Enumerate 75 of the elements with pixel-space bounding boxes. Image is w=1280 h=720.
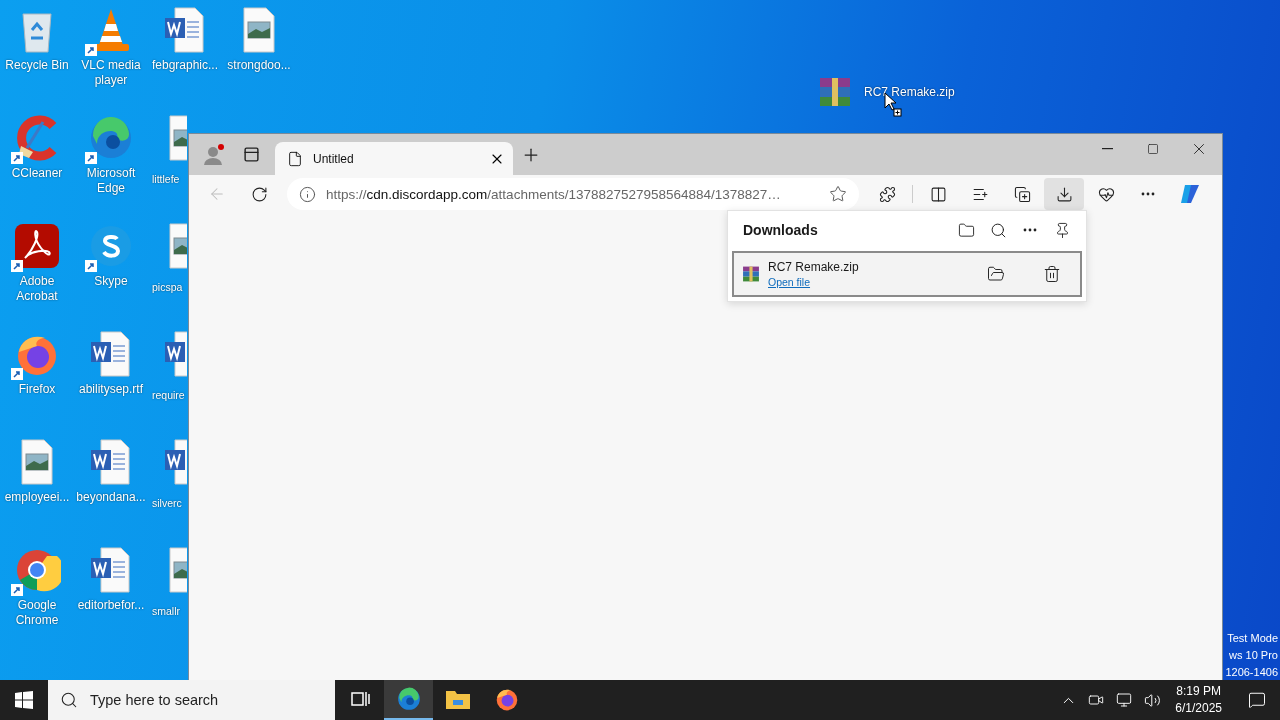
search-placeholder: Type here to search — [90, 692, 219, 708]
shortcut-arrow-icon — [85, 260, 97, 272]
shortcut-arrow-icon — [11, 584, 23, 596]
split-screen-icon — [929, 185, 947, 203]
desktop-icon-label[interactable]: picspa — [152, 281, 183, 293]
download-item[interactable]: RC7 Remake.zip Open file — [732, 251, 1082, 297]
address-field[interactable]: https://cdn.discordapp.com/attachments/1378827527958564884/1378827… — [287, 178, 859, 210]
page-icon — [287, 150, 303, 167]
speech-bubble-icon — [1248, 691, 1266, 709]
tab-title: Untitled — [313, 151, 355, 166]
shortcut-arrow-icon — [11, 152, 23, 164]
desktop-icon-label[interactable]: Adobe Acrobat — [1, 274, 73, 304]
acrobat-icon — [13, 222, 61, 270]
archive-icon — [742, 265, 760, 283]
desktop-icon-label[interactable]: Skype — [75, 274, 147, 289]
archive-icon — [818, 76, 852, 108]
desktop-icon-label[interactable]: Microsoft Edge — [75, 166, 147, 196]
video-camera-icon — [1088, 692, 1105, 708]
download-icon — [1055, 185, 1073, 203]
downloads-button[interactable] — [1044, 178, 1084, 210]
task-view-icon — [349, 690, 370, 708]
desktop-icon-label[interactable]: strongdoo... — [223, 58, 295, 73]
open-file-link[interactable]: Open file — [768, 276, 811, 288]
shortcut-arrow-icon — [11, 260, 23, 272]
windows-logo-icon — [15, 691, 33, 709]
favorite-star-icon[interactable] — [829, 185, 847, 203]
tab-actions-icon — [242, 146, 260, 163]
search-icon — [989, 221, 1007, 239]
shortcut-arrow-icon — [85, 44, 97, 56]
desktop-icon-label[interactable]: febgraphic... — [149, 58, 221, 73]
copilot-icon — [1178, 182, 1202, 206]
monitor-icon — [1116, 692, 1133, 708]
desktop-icon-label[interactable]: smallr — [152, 605, 180, 617]
folder-icon — [957, 221, 975, 239]
desktop-icon-label[interactable]: beyondana... — [75, 490, 147, 505]
desktop-icon-label[interactable]: require — [152, 389, 185, 401]
desktop-icon-label[interactable]: silverc — [152, 497, 182, 509]
puzzle-icon — [878, 185, 896, 203]
desktop-icon-label[interactable]: Recycle Bin — [1, 58, 73, 73]
file-name: RC7 Remake.zip — [768, 260, 859, 274]
search-icon — [60, 691, 78, 709]
panel-title: Downloads — [743, 222, 819, 238]
speaker-icon — [1143, 691, 1161, 709]
desktop-icon-label[interactable]: VLC media player — [75, 58, 147, 88]
search-field[interactable]: Type here to search — [48, 680, 335, 720]
minimize-icon — [1101, 148, 1113, 150]
maximize-icon — [1147, 143, 1159, 155]
shortcut-arrow-icon — [85, 152, 97, 164]
browser-tab[interactable]: Untitled — [275, 142, 513, 175]
desktop-icon-label[interactable]: editorbefor... — [75, 598, 147, 613]
edge-icon — [395, 686, 422, 712]
desktop-icon-label[interactable]: abilitysep.rtf — [75, 382, 147, 397]
trash-icon — [1043, 265, 1061, 283]
desktop-icon-label[interactable]: Firefox — [1, 382, 73, 397]
shortcut-arrow-icon — [11, 368, 23, 380]
collections-icon — [1013, 185, 1031, 203]
desktop-icon-label[interactable]: employeei... — [1, 490, 73, 505]
desktop-icon-label[interactable]: CCleaner — [1, 166, 73, 181]
edition-notice-text: ws 10 Pro — [1229, 648, 1278, 663]
refresh-icon — [250, 185, 268, 203]
desktop-icon-label[interactable]: RC7 Remake.zip — [864, 85, 955, 99]
open-folder-icon — [987, 265, 1005, 283]
info-icon — [299, 185, 316, 203]
clock[interactable]: 8:19 PM 6/1/2025 — [1169, 683, 1228, 717]
desktop-icon-label[interactable]: littlefe — [152, 173, 180, 185]
edition-notice-text: Test Mode — [1227, 631, 1278, 646]
profile-icon — [203, 142, 227, 167]
url-text: https://cdn.discordapp.com/attachments/1378827527958564884/1378827… — [326, 186, 782, 202]
desktop-icon-label[interactable]: Google Chrome — [1, 598, 73, 628]
heart-pulse-icon — [1097, 185, 1115, 203]
more-icon — [1141, 192, 1155, 196]
more-icon — [1023, 228, 1037, 232]
folder-icon — [444, 688, 471, 710]
edition-notice-text: 1206-1406 — [1225, 665, 1278, 680]
taskbar-app-button[interactable] — [384, 680, 433, 720]
